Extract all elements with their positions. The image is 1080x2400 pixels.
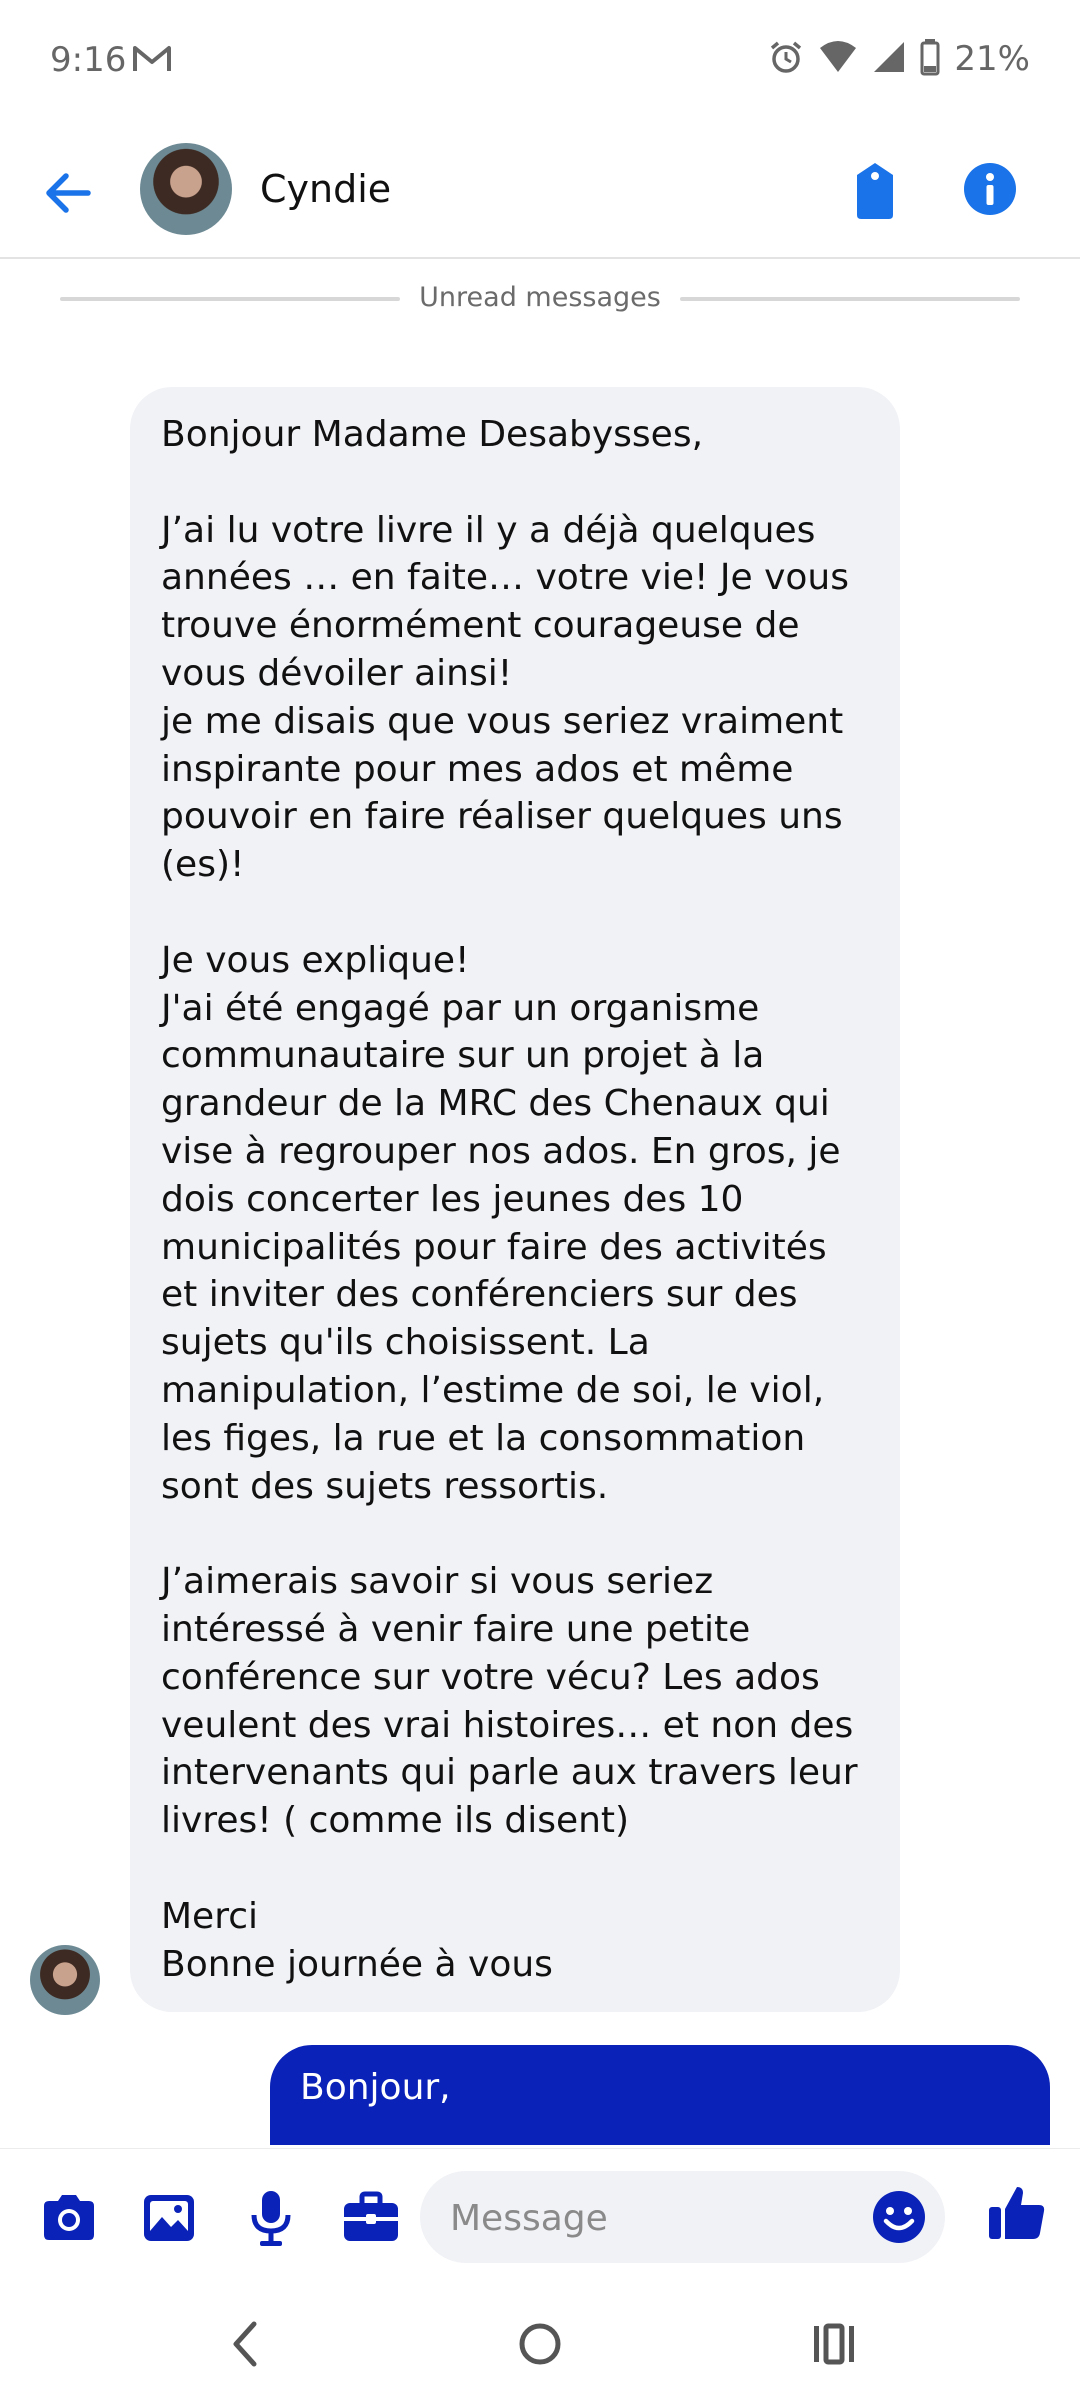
camera-icon[interactable] (38, 2187, 100, 2249)
message-input-wrapper (420, 2171, 945, 2265)
unread-divider: Unread messages (60, 282, 1020, 313)
nav-home-icon[interactable] (512, 2316, 568, 2372)
status-icons: 21% (768, 38, 1030, 80)
sender-avatar[interactable] (30, 1945, 100, 2015)
system-navigation-bar (0, 2284, 1080, 2400)
nav-recents-icon[interactable] (806, 2316, 862, 2372)
gallery-icon[interactable] (138, 2187, 200, 2249)
contact-avatar[interactable] (140, 143, 232, 235)
divider-line-right (680, 297, 1020, 301)
alarm-icon (768, 39, 804, 79)
briefcase-icon[interactable] (340, 2187, 402, 2249)
microphone-icon[interactable] (240, 2187, 302, 2249)
thumbs-up-icon[interactable] (985, 2181, 1049, 2245)
signal-icon (872, 40, 906, 78)
status-time: 9:16 (50, 40, 127, 80)
wifi-icon (818, 40, 858, 78)
message-composer (0, 2148, 1080, 2285)
nav-back-icon[interactable] (218, 2316, 274, 2372)
tag-icon[interactable] (845, 161, 905, 221)
outgoing-message-bubble[interactable]: Bonjour, (270, 2045, 1050, 2145)
info-icon[interactable] (962, 161, 1018, 217)
incoming-message-bubble[interactable]: Bonjour Madame Desabysses, J’ai lu votre… (130, 387, 900, 2012)
emoji-icon[interactable] (871, 2189, 927, 2245)
status-bar: 9:16 21% (0, 0, 1080, 125)
back-arrow-icon[interactable] (40, 163, 100, 223)
message-input[interactable] (448, 2171, 852, 2265)
gmail-icon (132, 44, 172, 78)
battery-icon (920, 38, 940, 80)
contact-name[interactable]: Cyndie (260, 167, 391, 211)
incoming-message-text: Bonjour Madame Desabysses, J’ai lu votre… (161, 414, 858, 1985)
battery-percent: 21% (954, 39, 1030, 79)
outgoing-message-text: Bonjour, (300, 2067, 451, 2108)
conversation-header: Cyndie (0, 125, 1080, 259)
